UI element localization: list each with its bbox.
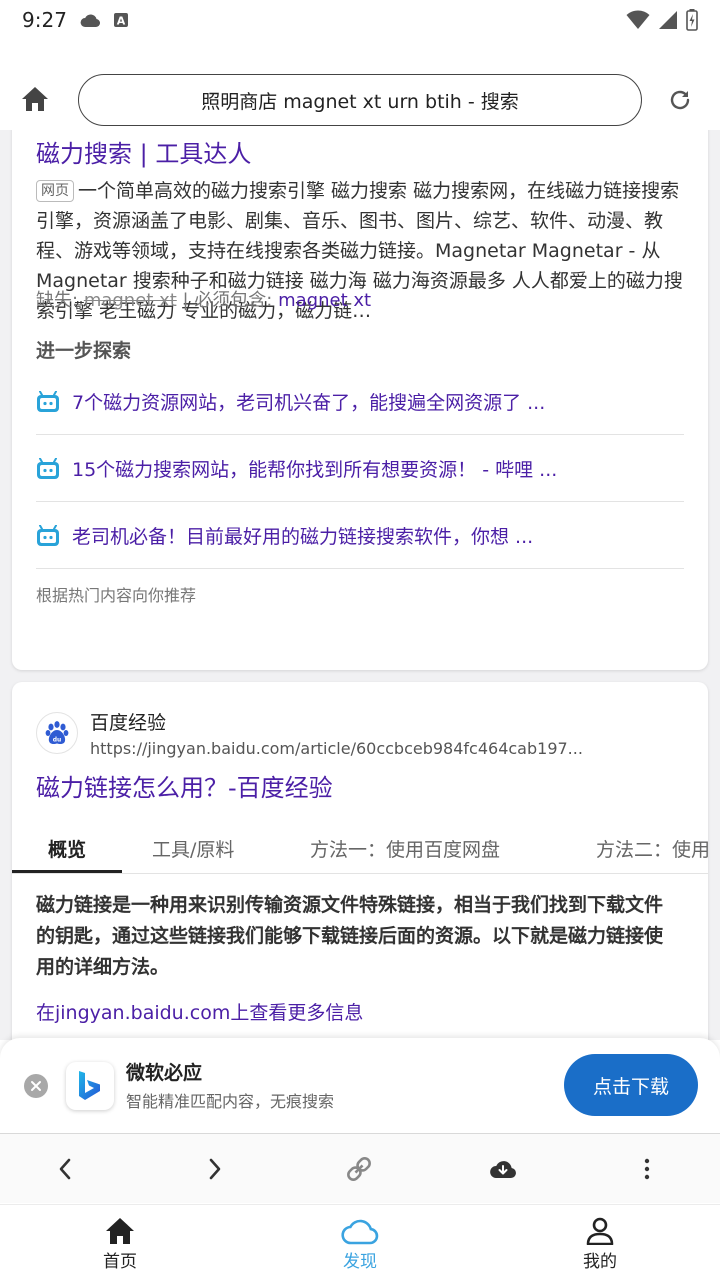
nav-home[interactable]: 首页 — [70, 1217, 170, 1272]
web-tag: 网页 — [36, 180, 74, 202]
back-button[interactable] — [48, 1152, 82, 1186]
forward-button[interactable] — [198, 1152, 232, 1186]
explore-item[interactable]: 15个磁力搜索网站，能帮你找到所有想要资源！ - 哔哩 ... — [36, 436, 684, 502]
url-text: 照明商店 magnet xt urn btih - 搜索 — [201, 90, 519, 113]
active-tab-indicator — [12, 870, 122, 873]
tab-tools[interactable]: 工具/原料 — [152, 822, 234, 873]
result-title-link[interactable]: 磁力搜索 | 工具达人 — [36, 134, 251, 169]
cloud-download-icon — [490, 1161, 516, 1178]
result-card-1: 磁力搜索 | 工具达人 网页 一个简单高效的磁力搜索引擎 磁力搜索 磁力搜索网，在… — [12, 130, 708, 670]
nav-discover[interactable]: 发现 — [310, 1217, 410, 1272]
bot-icon — [37, 524, 59, 546]
bot-icon — [37, 390, 59, 412]
nav-profile-label: 我的 — [583, 1252, 617, 1272]
url-field[interactable]: 照明商店 magnet xt urn btih - 搜索 — [78, 74, 642, 126]
download-manager-button[interactable] — [486, 1152, 520, 1186]
explore-item-text: 7个磁力资源网站，老司机兴奋了，能搜遍全网资源了 ... — [72, 392, 546, 414]
download-button[interactable]: 点击下载 — [564, 1054, 698, 1116]
battery-icon — [686, 9, 698, 31]
status-bar: 9:27 A — [0, 0, 720, 40]
explore-item-text: 15个磁力搜索网站，能帮你找到所有想要资源！ - 哔哩 ... — [72, 459, 558, 481]
reload-button[interactable] — [664, 84, 696, 116]
search-results[interactable]: 磁力搜索 | 工具达人 网页 一个简单高效的磁力搜索引擎 磁力搜索 磁力搜索网，在… — [0, 130, 720, 1040]
explore-item-text: 老司机必备！目前最好用的磁力链接搜索软件，你想 ... — [72, 526, 534, 548]
chevron-right-icon — [209, 1158, 221, 1180]
link-icon — [347, 1157, 371, 1181]
cloud-icon — [341, 1219, 379, 1245]
wifi-icon — [626, 10, 650, 29]
svg-text:A: A — [117, 15, 126, 28]
banner-app-name: 微软必应 — [126, 1062, 203, 1084]
link-button[interactable] — [342, 1152, 376, 1186]
tab-overview[interactable]: 概览 — [48, 822, 86, 873]
recommend-note: 根据热门内容向你推荐 — [36, 586, 197, 605]
browser-toolbar — [0, 1133, 720, 1203]
nav-profile[interactable]: 我的 — [550, 1217, 650, 1272]
more-options-button[interactable] — [630, 1152, 664, 1186]
app-download-banner: 微软必应 智能精准匹配内容，无痕搜索 点击下载 — [0, 1038, 720, 1134]
bing-logo-icon — [66, 1062, 114, 1110]
missing-terms: 缺失: magnet xt | 必须包含: magnet xt — [36, 286, 371, 312]
tab-method-1[interactable]: 方法一：使用百度网盘 — [310, 822, 500, 873]
result-card-2: du 百度经验 https://jingyan.baidu.com/articl… — [12, 682, 708, 1040]
more-info-link[interactable]: 在jingyan.baidu.com上查看更多信息 — [36, 998, 363, 1025]
more-vertical-icon — [644, 1158, 650, 1180]
signal-icon — [659, 11, 677, 29]
must-include-link[interactable]: magnet xt — [278, 290, 371, 311]
explore-heading: 进一步探索 — [36, 340, 132, 362]
result-title-link[interactable]: 磁力链接怎么用？-百度经验 — [36, 768, 333, 803]
source-row[interactable]: du 百度经验 https://jingyan.baidu.com/articl… — [36, 708, 583, 758]
result-tabs: 概览 工具/原料 方法一：使用百度网盘 方法二：使用 — [12, 822, 708, 874]
status-time: 9:27 — [22, 8, 67, 32]
close-icon — [31, 1081, 41, 1091]
person-icon — [586, 1217, 614, 1245]
tab-method-2[interactable]: 方法二：使用 — [596, 822, 708, 873]
chevron-left-icon — [59, 1158, 71, 1180]
reload-icon — [670, 90, 690, 110]
home-icon — [106, 1218, 134, 1244]
banner-close-button[interactable] — [24, 1074, 48, 1098]
missing-term: magnet xt — [83, 290, 177, 311]
bottom-navigation: 首页 发现 我的 — [0, 1204, 720, 1280]
nav-discover-label: 发现 — [343, 1252, 377, 1272]
source-url: https://jingyan.baidu.com/article/60ccbc… — [90, 739, 583, 758]
banner-subtitle: 智能精准匹配内容，无痕搜索 — [126, 1092, 335, 1111]
a-notification-icon: A — [113, 13, 128, 28]
cloud-status-icon — [80, 14, 100, 28]
svg-text:du: du — [53, 737, 62, 744]
bot-icon — [37, 457, 59, 479]
must-include-label: | 必须包含: — [182, 290, 273, 311]
missing-label: 缺失: — [36, 290, 79, 311]
source-name: 百度经验 — [90, 712, 167, 734]
nav-home-label: 首页 — [103, 1252, 137, 1272]
home-icon — [22, 87, 48, 111]
home-button[interactable] — [18, 82, 52, 116]
result-summary: 磁力链接是一种用来识别传输资源文件特殊链接，相当于我们找到下载文件的钥匙，通过这… — [36, 894, 664, 978]
address-bar: 照明商店 magnet xt urn btih - 搜索 — [0, 62, 720, 134]
explore-item[interactable]: 7个磁力资源网站，老司机兴奋了，能搜遍全网资源了 ... — [36, 369, 684, 435]
baidu-logo-icon: du — [36, 712, 78, 754]
explore-item[interactable]: 老司机必备！目前最好用的磁力链接搜索软件，你想 ... — [36, 503, 684, 569]
